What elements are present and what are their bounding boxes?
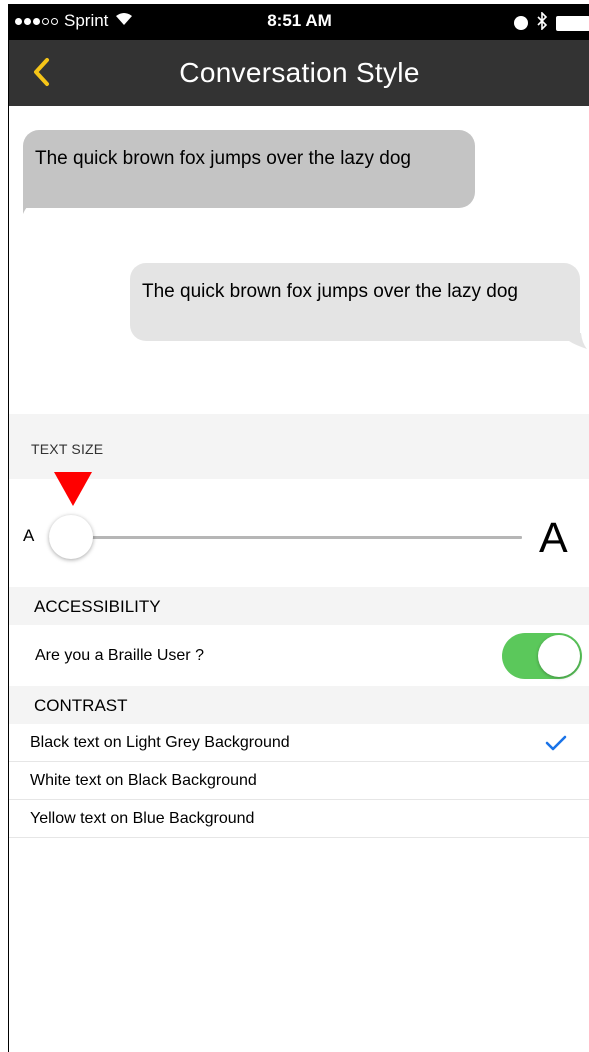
text-size-header-label: TEXT SIZE bbox=[31, 441, 104, 457]
page-title: Conversation Style bbox=[179, 57, 420, 88]
checkmark-icon bbox=[545, 735, 567, 751]
contrast-option-black-on-grey[interactable]: Black text on Light Grey Background bbox=[9, 724, 589, 762]
toggle-knob bbox=[538, 635, 580, 677]
contrast-option-label: Black text on Light Grey Background bbox=[30, 734, 290, 751]
incoming-message-bubble: The quick brown fox jumps over the lazy … bbox=[23, 130, 475, 208]
bubble-tail-icon bbox=[23, 200, 37, 214]
red-triangle-pointer-icon bbox=[54, 472, 92, 506]
bluetooth-icon bbox=[536, 11, 548, 34]
text-size-slider-thumb[interactable] bbox=[49, 515, 93, 559]
contrast-option-label: Yellow text on Blue Background bbox=[30, 810, 255, 827]
accessibility-header: ACCESSIBILITY bbox=[9, 587, 589, 625]
contrast-option-label: White text on Black Background bbox=[30, 772, 257, 789]
contrast-option-white-on-black[interactable]: White text on Black Background bbox=[9, 762, 589, 800]
text-size-header: TEXT SIZE bbox=[9, 414, 589, 479]
app-screen: Sprint 8:51 AM Conversation Style The qu… bbox=[8, 4, 589, 1052]
braille-user-label: Are you a Braille User ? bbox=[35, 647, 204, 664]
text-size-slider-row bbox=[9, 479, 589, 587]
status-right bbox=[514, 11, 589, 34]
accessibility-header-label: ACCESSIBILITY bbox=[34, 597, 161, 616]
outgoing-message-bubble: The quick brown fox jumps over the lazy … bbox=[130, 263, 580, 341]
alarm-icon bbox=[514, 16, 528, 30]
small-text-label: A bbox=[23, 526, 35, 545]
bubble-tail-icon bbox=[569, 333, 587, 349]
status-time: 8:51 AM bbox=[267, 11, 332, 30]
contrast-header-label: CONTRAST bbox=[34, 696, 128, 715]
status-bar: Sprint 8:51 AM bbox=[9, 4, 589, 40]
contrast-option-yellow-on-blue[interactable]: Yellow text on Blue Background bbox=[9, 800, 589, 838]
text-size-slider-track[interactable] bbox=[49, 536, 522, 539]
contrast-header: CONTRAST bbox=[9, 686, 589, 724]
braille-user-row: Are you a Braille User ? bbox=[9, 625, 589, 686]
battery-icon bbox=[556, 15, 589, 31]
large-text-label: A bbox=[539, 514, 568, 562]
braille-user-toggle[interactable] bbox=[502, 633, 582, 679]
navigation-bar: Conversation Style bbox=[9, 40, 589, 106]
